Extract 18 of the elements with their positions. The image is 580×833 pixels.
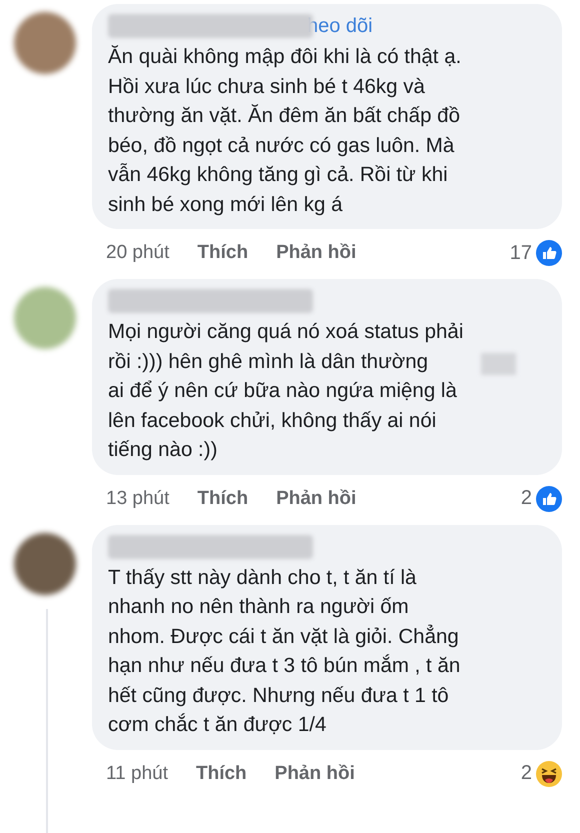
timestamp: 13 phút	[106, 488, 170, 510]
comment-text: Mọi người căng quá nó xoá status phải rồi :))) hên ghê mình là dân thường ai để ý nên cứ bữa nào ngứa miệng là lên facebook chửi, không thấy ai nói tiếng nào :))	[108, 317, 546, 464]
like-link[interactable]: Thích	[196, 762, 247, 784]
follow-link[interactable]: heo dõi	[307, 14, 373, 38]
reply-link[interactable]: Phản hồi	[276, 488, 356, 510]
reply-link[interactable]: Phản hồi	[276, 242, 356, 264]
like-link[interactable]: Thích	[197, 242, 248, 264]
avatar[interactable]	[14, 532, 76, 594]
reaction-count: 17	[510, 242, 532, 264]
reaction-count: 2	[520, 487, 532, 510]
avatar[interactable]	[14, 12, 76, 74]
timestamp: 11 phút	[106, 762, 168, 784]
like-link[interactable]: Thích	[197, 488, 248, 510]
reply-link[interactable]: Phản hồi	[274, 762, 355, 784]
comment-text: Ăn quài không mập đôi khi là có thật ạ. Hồi xưa lúc chưa sinh bé t 46kg và thường ăn vặt. Ăn đêm ăn bất chấp đồ béo, đồ ngọt cả nước có gas luôn. Mà vẫn 46kg không tăng gì cả. Rồi từ khi sinh bé xong mới lên kg á	[108, 44, 462, 218]
comment-text: T thấy stt này dành cho t, t ăn tí là nhanh no nên thành ra người ốm nhom. Được cái t ăn vặt là giỏi. Chẳng hạn như nếu đưa t 3 tô bún mắm , t ăn hết cũng được. Nhưng nếu đưa t 1 tô cơm chắc t ăn được 1/4	[108, 564, 462, 738]
reaction-count: 2	[520, 762, 532, 785]
timestamp: 20 phút	[106, 242, 170, 264]
